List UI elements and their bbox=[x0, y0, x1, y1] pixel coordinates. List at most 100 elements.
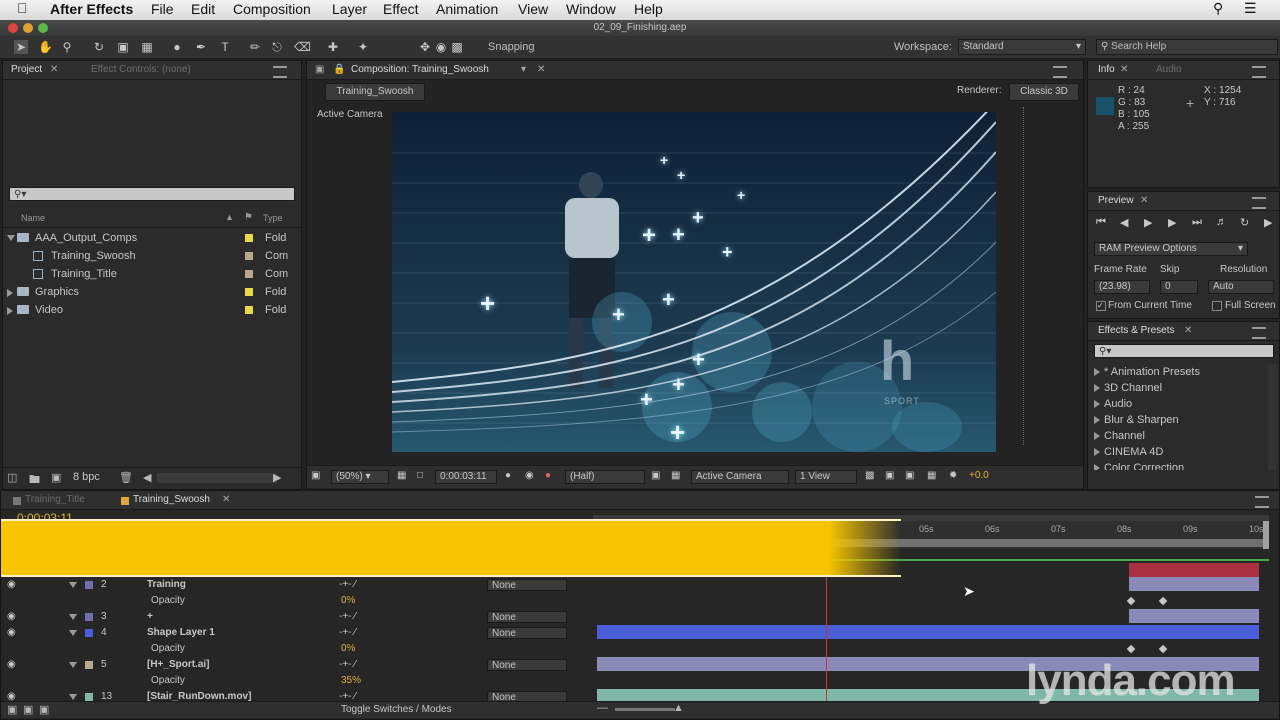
world-axis-icon[interactable]: ◉ bbox=[434, 40, 448, 54]
tab-training-swoosh[interactable]: Training_Swoosh bbox=[133, 494, 210, 505]
menu-edit[interactable]: Edit bbox=[191, 1, 215, 17]
panel-menu-icon[interactable] bbox=[1053, 66, 1067, 78]
list-icon[interactable]: ☰ bbox=[1244, 0, 1257, 17]
next-frame-icon[interactable]: ▶ bbox=[1168, 216, 1176, 229]
close-tab-icon[interactable]: ✕ bbox=[1120, 64, 1128, 75]
ram-preview-options-select[interactable]: RAM Preview Options ▾ bbox=[1094, 242, 1248, 256]
visibility-eye-icon[interactable]: ◉ bbox=[7, 625, 16, 641]
plus-layer-bar[interactable] bbox=[1129, 609, 1259, 623]
label-color-swatch[interactable] bbox=[85, 629, 93, 637]
panel-menu-icon[interactable] bbox=[1252, 66, 1266, 78]
label-color-swatch[interactable] bbox=[245, 270, 253, 278]
composition-viewer[interactable]: + + + + + + + + + + + + + + h SPORT bbox=[392, 112, 996, 452]
minimize-window-button[interactable] bbox=[23, 23, 33, 33]
loop-icon[interactable]: ↻ bbox=[1240, 216, 1249, 229]
view-layout-select[interactable]: 1 View bbox=[795, 470, 857, 484]
disclosure-closed-icon[interactable] bbox=[1094, 416, 1100, 424]
zoom-window-button[interactable] bbox=[38, 23, 48, 33]
keyframe[interactable] bbox=[1126, 644, 1136, 654]
panel-menu-icon[interactable] bbox=[273, 66, 287, 78]
clone-stamp-tool-icon[interactable]: ⎋ bbox=[270, 40, 284, 54]
audio-icon[interactable]: ♬ bbox=[1216, 216, 1227, 228]
layer-name[interactable]: [H+_Sport.ai] bbox=[147, 657, 210, 673]
tab-info[interactable]: Info bbox=[1098, 64, 1115, 75]
panel-menu-icon[interactable] bbox=[1255, 496, 1269, 508]
eraser-tool-icon[interactable]: ⌫ bbox=[294, 40, 311, 54]
property-value[interactable]: 0% bbox=[341, 641, 355, 657]
scroll-left-icon[interactable]: ◀ bbox=[143, 471, 151, 484]
disclosure-closed-icon[interactable] bbox=[1094, 432, 1100, 440]
in-out-icon[interactable]: ▣ bbox=[39, 703, 49, 716]
parent-select[interactable]: None bbox=[487, 659, 567, 671]
hand-tool-icon[interactable]: ✋ bbox=[38, 40, 53, 54]
menu-layer[interactable]: Layer bbox=[332, 1, 367, 17]
column-type[interactable]: Type bbox=[263, 213, 283, 223]
twirl-down-icon[interactable] bbox=[69, 694, 77, 700]
previous-frame-icon[interactable]: ◀ bbox=[1120, 216, 1128, 229]
last-frame-icon[interactable]: ⏭ bbox=[1192, 216, 1202, 229]
scroll-right-icon[interactable]: ▶ bbox=[273, 471, 281, 484]
play-icon[interactable]: ▶ bbox=[1144, 216, 1152, 229]
layer-name[interactable]: Shape Layer 1 bbox=[147, 625, 215, 641]
app-menu[interactable]: After Effects bbox=[50, 1, 133, 17]
label-color-swatch[interactable] bbox=[245, 288, 253, 296]
pan-behind-tool-icon[interactable]: ▦ bbox=[140, 40, 154, 54]
disclosure-closed-icon[interactable] bbox=[1094, 384, 1100, 392]
show-snapshot-icon[interactable]: ◉ bbox=[525, 470, 534, 481]
snapshot-icon[interactable]: ● bbox=[505, 470, 511, 481]
visibility-eye-icon[interactable]: ◉ bbox=[7, 657, 16, 673]
disclosure-closed-icon[interactable] bbox=[1094, 368, 1100, 376]
menu-composition[interactable]: Composition bbox=[233, 1, 311, 17]
shape-layer-bar[interactable] bbox=[597, 625, 1259, 639]
close-tab-icon[interactable]: ✕ bbox=[222, 494, 230, 505]
bpc-button[interactable]: 8 bpc bbox=[73, 471, 100, 483]
renderer-button[interactable]: Classic 3D bbox=[1009, 83, 1079, 101]
project-item[interactable]: Training_Title Com bbox=[3, 265, 301, 283]
local-axis-icon[interactable]: ✥ bbox=[418, 40, 432, 54]
camera-tool-icon[interactable]: ▣ bbox=[116, 40, 130, 54]
layer-switches[interactable]: -+- ∕ bbox=[339, 577, 356, 593]
toggle-pixel-aspect-icon[interactable]: ▩ bbox=[865, 470, 874, 481]
selection-tool-icon[interactable]: ➤ bbox=[14, 40, 28, 54]
property-row[interactable]: Opacity 0% bbox=[1, 641, 591, 657]
lock-icon[interactable]: ▣ bbox=[315, 64, 324, 75]
puppet-pin-tool-icon[interactable]: ✦ bbox=[356, 40, 370, 54]
property-value[interactable]: 35% bbox=[341, 673, 361, 689]
layer-switches-icon[interactable]: ▣ bbox=[7, 703, 17, 716]
twirl-down-icon[interactable] bbox=[69, 614, 77, 620]
timeline-icon[interactable]: ▣ bbox=[905, 470, 914, 481]
property-row[interactable]: Opacity 0% bbox=[1, 593, 591, 609]
tab-composition[interactable]: Composition: Training_Swoosh bbox=[351, 64, 489, 75]
parent-select[interactable]: None bbox=[487, 627, 567, 639]
search-help-input[interactable]: ⚲ Search Help bbox=[1096, 39, 1278, 55]
from-current-time-checkbox[interactable]: ✓ bbox=[1096, 301, 1106, 311]
resolution-select[interactable]: (Half) bbox=[565, 470, 645, 484]
zoom-out-icon[interactable]: — bbox=[597, 702, 608, 714]
layer-row[interactable]: ◉ 4 Shape Layer 1 -+- ∕ None bbox=[1, 625, 591, 641]
skip-select[interactable]: 0 bbox=[1160, 280, 1198, 294]
layer-row[interactable]: ◉ 3 + -+- ∕ None bbox=[1, 609, 591, 625]
tab-audio[interactable]: Audio bbox=[1156, 64, 1182, 75]
magnification-select[interactable]: (50%) ▾ bbox=[331, 470, 389, 484]
resolution-select[interactable]: Auto bbox=[1208, 280, 1274, 294]
shape-tool-icon[interactable]: ● bbox=[170, 40, 184, 54]
label-color-swatch[interactable] bbox=[85, 581, 93, 589]
twirl-down-icon[interactable] bbox=[69, 662, 77, 668]
view-camera-select[interactable]: Active Camera bbox=[691, 470, 789, 484]
label-color-swatch[interactable] bbox=[245, 252, 253, 260]
current-time-field[interactable]: 0:00:03:11 bbox=[435, 470, 497, 484]
tab-preview[interactable]: Preview bbox=[1098, 195, 1134, 206]
keyframe[interactable] bbox=[1158, 644, 1168, 654]
menu-help[interactable]: Help bbox=[634, 1, 663, 17]
exposure-reset-icon[interactable]: ✹ bbox=[949, 470, 957, 481]
panel-menu-icon[interactable] bbox=[1252, 327, 1266, 339]
roi-icon[interactable]: ▣ bbox=[651, 470, 660, 481]
disclosure-closed-icon[interactable] bbox=[7, 289, 13, 297]
rotate-tool-icon[interactable]: ↻ bbox=[92, 40, 106, 54]
label-color-swatch[interactable] bbox=[85, 613, 93, 621]
fast-previews-icon[interactable]: ▣ bbox=[885, 470, 894, 481]
transparency-grid-icon[interactable]: ▦ bbox=[671, 470, 680, 481]
keyframe[interactable] bbox=[1126, 596, 1136, 606]
menu-animation[interactable]: Animation bbox=[436, 1, 498, 17]
project-item[interactable]: Video Fold bbox=[3, 301, 301, 319]
